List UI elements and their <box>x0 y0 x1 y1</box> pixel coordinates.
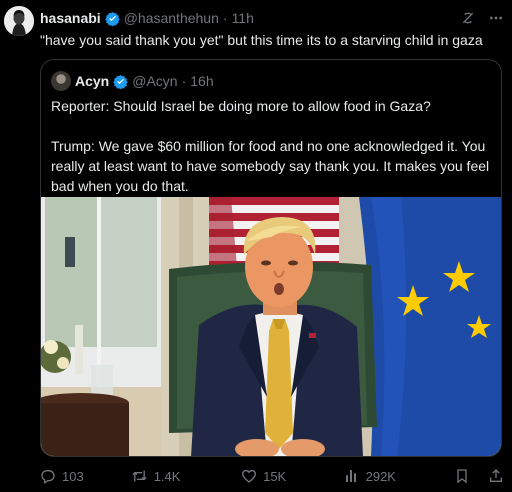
quote-author-handle[interactable]: @Acyn <box>132 73 177 89</box>
bookmark-icon[interactable] <box>454 468 470 484</box>
separator-dot: · <box>181 73 187 89</box>
author-name[interactable]: hasanabi <box>40 10 101 26</box>
avatar[interactable] <box>4 6 34 36</box>
author-handle[interactable]: @hasanthehun <box>124 10 219 26</box>
timestamp[interactable]: 11h <box>232 10 254 26</box>
repost-icon <box>131 468 148 484</box>
views-count: 292K <box>365 468 396 484</box>
repost-button[interactable]: 1.4K <box>131 468 241 484</box>
action-bar: 103 1.4K 15K 292K <box>40 466 504 486</box>
verified-badge-icon <box>113 74 128 89</box>
quote-avatar[interactable] <box>51 71 71 91</box>
media-image[interactable] <box>41 197 501 456</box>
quote-timestamp[interactable]: 16h <box>190 73 213 89</box>
tweet-text: "have you said thank you yet" but this t… <box>40 32 483 48</box>
separator-dot: · <box>222 10 228 26</box>
reply-button[interactable]: 103 <box>40 468 131 484</box>
verified-badge-icon <box>104 11 120 26</box>
like-icon <box>241 468 257 484</box>
quoted-tweet[interactable]: Acyn @Acyn · 16h Reporter: Should Israel… <box>40 59 502 457</box>
more-icon[interactable] <box>488 10 504 26</box>
like-button[interactable]: 15K <box>241 468 344 484</box>
grok-icon[interactable] <box>460 10 476 26</box>
repost-count: 1.4K <box>153 468 181 484</box>
quote-paragraph: Reporter: Should Israel be doing more to… <box>51 98 431 114</box>
like-count: 15K <box>263 468 287 484</box>
tweet-header: hasanabi @hasanthehun · 11h <box>40 9 504 27</box>
quote-header: Acyn @Acyn · 16h <box>51 71 214 91</box>
quote-author-name[interactable]: Acyn <box>75 73 109 89</box>
reply-icon <box>40 468 56 484</box>
views-icon <box>344 468 360 484</box>
reply-count: 103 <box>62 468 84 484</box>
views-button[interactable]: 292K <box>344 468 454 484</box>
share-icon[interactable] <box>488 468 504 484</box>
quote-paragraph: Trump: We gave $60 million for food and … <box>51 138 490 194</box>
